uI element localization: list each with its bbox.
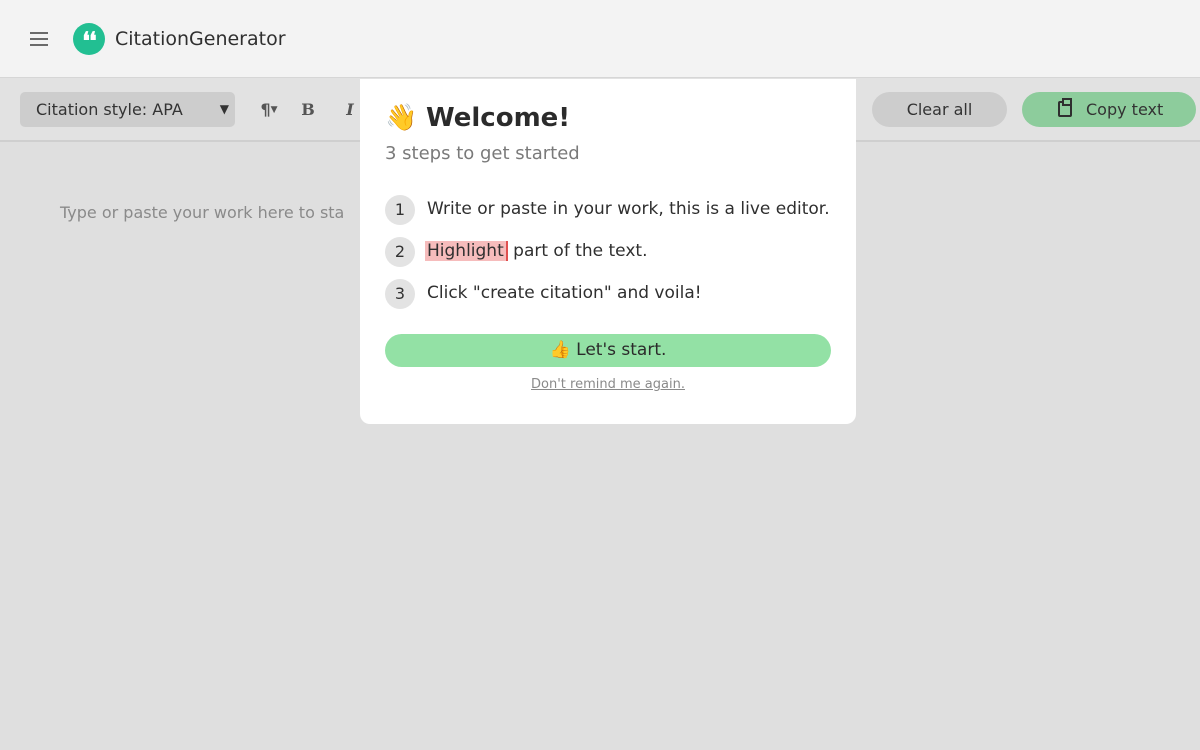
quote-logo-icon: ❛❛ — [73, 23, 105, 55]
top-bar: ❛❛ CitationGenerator — [0, 0, 1200, 78]
brand-name[interactable]: CitationGenerator — [115, 26, 286, 52]
citation-style-select[interactable]: Citation style: APA ▼ — [20, 92, 235, 127]
lets-start-button[interactable]: 👍 Let's start. — [385, 334, 831, 367]
lets-start-label: Let's start. — [576, 340, 667, 360]
step-text-2-rest: part of the text. — [513, 241, 648, 261]
dont-remind-link[interactable]: Don't remind me again. — [360, 375, 856, 395]
copy-text-label: Copy text — [1086, 100, 1164, 119]
citation-style-value: Citation style: APA — [36, 100, 183, 119]
hamburger-menu-icon[interactable] — [30, 32, 48, 46]
modal-title: Welcome! — [426, 103, 571, 133]
copy-text-button[interactable]: Copy text — [1022, 92, 1196, 127]
italic-button[interactable]: I — [340, 92, 360, 127]
step-number-3: 3 — [385, 279, 415, 309]
welcome-modal: 👋 Welcome! 3 steps to get started 1 Writ… — [360, 79, 856, 424]
step-number-2: 2 — [385, 237, 415, 267]
waving-hand-icon: 👋 — [385, 103, 418, 133]
step-text-2: Highlight part of the text. — [425, 238, 647, 264]
step-text-1: Write or paste in your work, this is a l… — [427, 199, 830, 219]
step-number-1: 1 — [385, 195, 415, 225]
highlighted-word: Highlight — [425, 241, 508, 261]
chevron-down-icon: ▼ — [219, 102, 229, 116]
editor-placeholder[interactable]: Type or paste your work here to sta — [60, 200, 344, 226]
paragraph-icon: ¶ — [260, 100, 271, 119]
thumbs-up-icon: 👍 — [549, 340, 571, 360]
caret-down-icon: ▼ — [270, 105, 278, 115]
modal-subtitle: 3 steps to get started — [385, 143, 580, 164]
step-text-3: Click "create citation" and voila! — [427, 283, 702, 303]
clipboard-icon — [1058, 98, 1072, 117]
bold-button[interactable]: B — [297, 92, 319, 127]
paragraph-style-button[interactable]: ¶▼ — [254, 92, 284, 127]
clear-all-button[interactable]: Clear all — [872, 92, 1007, 127]
